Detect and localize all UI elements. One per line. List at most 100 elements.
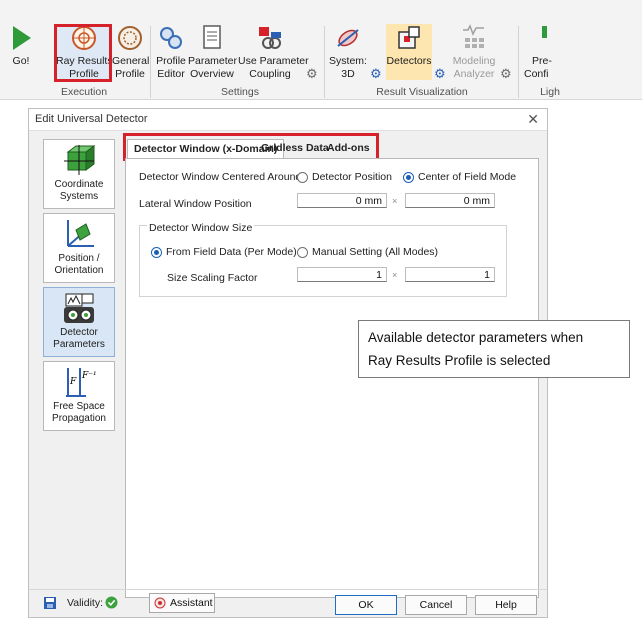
system-3d-label-2: 3D <box>341 68 355 80</box>
nav-free-space-label-2: Propagation <box>52 413 106 424</box>
detectors-label: Detectors <box>386 55 432 67</box>
nav-coordinate-label-1: Coordinate <box>54 179 104 190</box>
center-field-mode-radio[interactable] <box>403 172 414 183</box>
callout-line-2: Ray Results Profile is selected <box>368 353 551 368</box>
go-button[interactable]: Go! <box>4 24 38 68</box>
detectors-gear-icon[interactable]: ⚙ <box>434 66 446 82</box>
use-parameter-coupling-button[interactable]: Use Parameter Coupling <box>238 24 309 81</box>
manual-setting-radio[interactable] <box>297 247 308 258</box>
centered-around-label: Detector Window Centered Around <box>139 171 302 183</box>
general-profile-button[interactable]: General Profile <box>112 24 150 81</box>
ray-results-highlight-box <box>54 24 112 82</box>
ribbon-separator <box>518 26 519 98</box>
validity-label: Validity: <box>67 597 103 609</box>
position-orientation-icon <box>67 220 94 247</box>
use-parameter-coupling-label-2: Coupling <box>249 68 291 80</box>
pre-config-icon <box>542 26 547 38</box>
profile-editor-button[interactable]: Profile Editor <box>154 24 188 81</box>
coordinate-systems-icon <box>64 145 96 175</box>
save-icon[interactable] <box>43 596 57 610</box>
detector-window-size-group <box>139 225 507 297</box>
system-settings-gear-icon[interactable]: ⚙ <box>370 66 382 82</box>
help-button[interactable]: Help <box>475 595 537 615</box>
times-separator-2: × <box>392 270 398 280</box>
from-field-data-radio[interactable] <box>151 247 162 258</box>
free-space-propagation-icon: F F⁻¹ <box>66 368 96 397</box>
parameter-overview-button[interactable]: Parameter Overview <box>188 24 238 81</box>
nav-position-orientation[interactable]: Position / Orientation <box>43 213 115 283</box>
lateral-y-field[interactable]: 0 mm <box>405 193 495 208</box>
nav-position-label-1: Position / <box>58 253 100 264</box>
group-label-result-visualization: Result Visualization <box>376 86 468 98</box>
parameter-overview-label-2: Overview <box>190 68 234 80</box>
modeling-analyzer-icon <box>463 24 484 48</box>
detectors-button[interactable]: Detectors <box>386 24 432 80</box>
callout-line-1: Available detector parameters when <box>368 330 584 345</box>
nav-coordinate-label-2: Systems <box>59 191 99 202</box>
svg-text:F: F <box>69 377 77 387</box>
general-profile-label-2: Profile <box>115 68 145 80</box>
nav-free-space-propagation[interactable]: F F⁻¹ Free Space Propagation <box>43 361 115 431</box>
validity-check-icon <box>105 596 118 609</box>
settings-gear-icon[interactable]: ⚙ <box>306 66 318 82</box>
pre-config-label-1: Pre- <box>532 55 552 67</box>
nav-detector-label-2: Parameters <box>53 339 105 350</box>
nav-coordinate-systems[interactable]: Coordinate Systems <box>43 139 115 209</box>
ribbon-separator <box>324 26 325 98</box>
modeling-analyzer-button[interactable]: Modeling Analyzer <box>448 24 500 81</box>
assistant-label: Assistant <box>170 597 213 609</box>
dialog-title: Edit Universal Detector <box>29 109 547 131</box>
annotation-callout: Available detector parameters when Ray R… <box>358 320 630 378</box>
profile-editor-icon <box>160 27 182 49</box>
nav-position-label-2: Orientation <box>54 265 104 276</box>
center-field-mode-label: Center of Field Mode <box>418 171 517 183</box>
parameter-overview-label-1: Parameter <box>188 55 238 67</box>
detector-position-label: Detector Position <box>312 171 392 183</box>
group-label-light: Ligh <box>540 86 560 98</box>
play-icon <box>13 26 31 50</box>
use-parameter-coupling-label-1: Use Parameter <box>238 55 309 67</box>
ribbon-separator <box>150 26 151 98</box>
detectors-icon <box>398 26 420 49</box>
close-icon[interactable]: ✕ <box>527 111 539 128</box>
pre-config-button[interactable]: Pre- Confi <box>522 24 552 81</box>
detector-window-size-label: Detector Window Size <box>147 222 255 234</box>
system-3d-icon <box>337 29 359 47</box>
profile-editor-label-2: Editor <box>157 68 185 80</box>
assistant-icon <box>154 597 166 609</box>
lateral-x-field[interactable]: 0 mm <box>297 193 387 208</box>
detector-parameters-icon <box>64 293 94 323</box>
analyzer-gear-icon[interactable]: ⚙ <box>500 66 512 82</box>
nav-detector-label-1: Detector <box>60 327 98 338</box>
size-scaling-label: Size Scaling Factor <box>167 272 258 284</box>
assistant-button[interactable]: Assistant <box>149 593 215 613</box>
left-nav: Coordinate Systems Position / Orientatio… <box>43 139 115 433</box>
profile-editor-label-1: Profile <box>156 55 186 67</box>
system-3d-button[interactable]: System: 3D <box>328 24 368 81</box>
modeling-analyzer-label-1: Modeling <box>452 55 496 67</box>
tabs-highlight-box <box>123 133 379 161</box>
parameter-overview-icon <box>203 25 221 49</box>
ribbon-toolbar: Go! Ray Results Profile General Profile … <box>0 0 642 100</box>
ok-button[interactable]: OK <box>335 595 397 615</box>
lateral-window-label: Lateral Window Position <box>139 198 252 210</box>
scale-y-field[interactable]: 1 <box>405 267 495 282</box>
manual-setting-label: Manual Setting (All Modes) <box>312 246 439 258</box>
group-label-settings: Settings <box>221 86 259 98</box>
nav-detector-parameters[interactable]: Detector Parameters <box>43 287 115 357</box>
cancel-button[interactable]: Cancel <box>405 595 467 615</box>
from-field-data-label: From Field Data (Per Mode) <box>166 246 297 258</box>
dialog-bottom-bar: Validity: Assistant OK Cancel Help <box>29 589 547 617</box>
nav-free-space-label-1: Free Space <box>53 401 105 412</box>
modeling-analyzer-label-2: Analyzer <box>453 68 495 80</box>
parameter-coupling-icon <box>259 27 281 49</box>
detector-position-radio[interactable] <box>297 172 308 183</box>
scale-x-field[interactable]: 1 <box>297 267 387 282</box>
general-profile-icon <box>118 26 142 50</box>
go-label: Go! <box>12 55 30 67</box>
system-3d-label-1: System: <box>329 55 367 67</box>
general-profile-label-1: General <box>112 55 150 67</box>
times-separator: × <box>392 196 398 206</box>
svg-text:F⁻¹: F⁻¹ <box>81 371 96 381</box>
group-label-execution: Execution <box>60 86 108 98</box>
